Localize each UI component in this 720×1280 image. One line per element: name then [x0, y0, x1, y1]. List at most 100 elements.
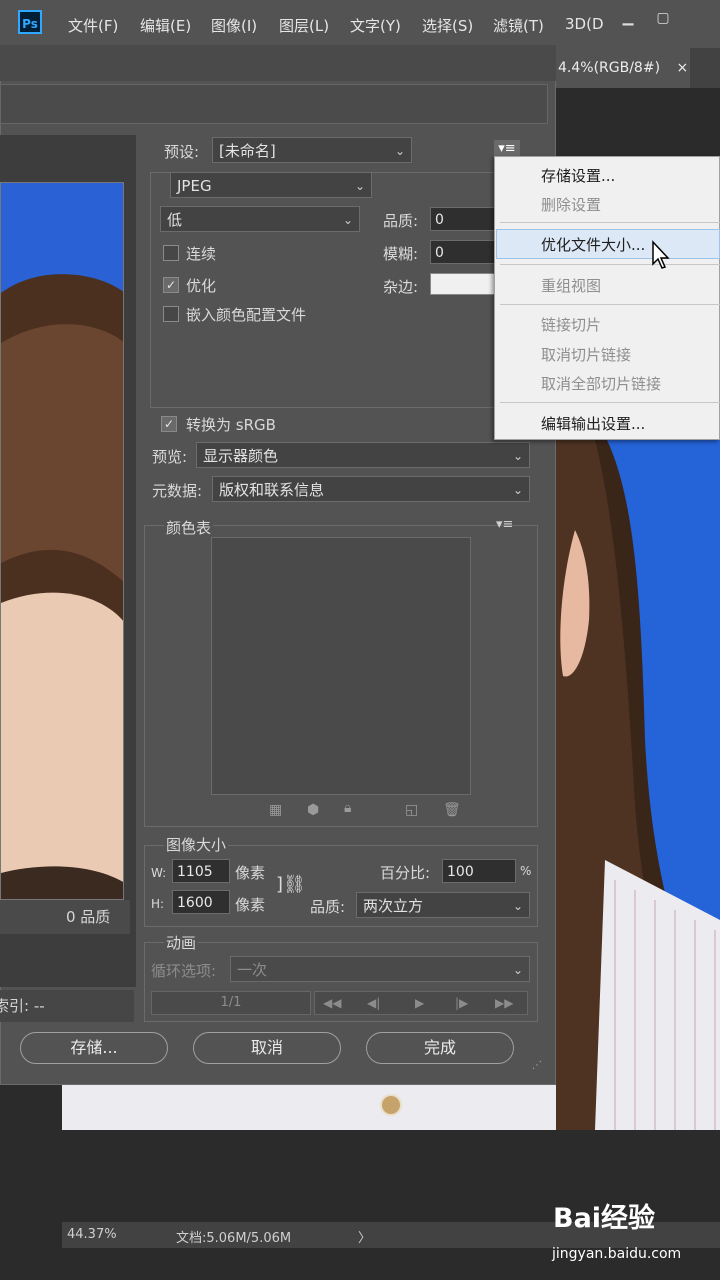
constrain-link-icon[interactable]: ]⛓︎ — [276, 874, 306, 895]
menu-item-unlink-slice[interactable]: 取消切片链接 — [541, 344, 631, 365]
format-dropdown[interactable]: JPEG ⌄ — [170, 172, 372, 198]
color-table-swatches[interactable] — [211, 537, 471, 795]
mouse-cursor-icon — [652, 240, 670, 269]
photo-hair — [555, 440, 720, 1130]
percent-unit: % — [520, 864, 532, 878]
resample-label: 品质: — [310, 898, 346, 916]
preview-index-readout: 索引: -- — [0, 990, 134, 1022]
save-button[interactable]: 存储... — [20, 1032, 168, 1064]
canvas-photo — [555, 440, 720, 1130]
menu-edit[interactable]: 编辑(E) — [140, 15, 191, 36]
quality-label: 品质: — [383, 212, 419, 230]
color-table-menu-icon[interactable]: ▾≡ — [496, 517, 513, 532]
preview-image-graphic — [1, 183, 123, 899]
status-arrow-icon[interactable]: 〉 — [358, 1227, 371, 1246]
percent-input[interactable]: 100 — [442, 859, 516, 883]
document-tab-title: 4.4%(RGB/8#) — [558, 60, 661, 76]
chevron-down-icon: ⌄ — [512, 449, 523, 463]
menu-3d[interactable]: 3D(D — [565, 15, 604, 33]
convert-srgb-checkbox[interactable]: ✓ — [161, 416, 177, 432]
baidu-jingyan-logo: Bai经验 — [553, 1203, 656, 1234]
progressive-label: 连续 — [186, 245, 217, 263]
canvas-shirt — [62, 1082, 556, 1130]
menu-item-delete-settings[interactable]: 删除设置 — [541, 194, 601, 215]
height-unit: 像素 — [235, 896, 266, 914]
zoom-readout[interactable]: 44.37% — [67, 1227, 117, 1242]
menu-item-link-slices[interactable]: 链接切片 — [541, 314, 601, 335]
loop-label: 循环选项: — [151, 962, 217, 980]
animation-label: 动画 — [164, 932, 199, 953]
menu-item-edit-output-settings[interactable]: 编辑输出设置... — [541, 413, 645, 434]
preview-status-bar — [0, 900, 130, 934]
map-transparency-icon[interactable]: ▦ — [269, 802, 282, 818]
menu-filter[interactable]: 滤镜(T) — [493, 15, 544, 36]
first-frame-icon[interactable]: ◀◀ — [323, 992, 341, 1014]
matte-swatch[interactable] — [430, 273, 496, 295]
menu-item-unlink-all-slices[interactable]: 取消全部切片链接 — [541, 373, 661, 394]
new-color-icon[interactable]: ◱ — [405, 802, 418, 818]
shirt-button — [380, 1094, 402, 1116]
next-frame-icon[interactable]: |▶ — [455, 992, 468, 1014]
menu-separator — [500, 402, 720, 403]
dialog-titlebar — [0, 45, 556, 81]
chevron-down-icon: ⌄ — [354, 179, 365, 193]
blur-label: 模糊: — [383, 245, 419, 263]
trash-icon[interactable]: 🗑︎ — [443, 802, 461, 818]
embed-profile-checkbox[interactable] — [163, 306, 179, 322]
menu-separator — [500, 264, 720, 265]
menu-file[interactable]: 文件(F) — [68, 15, 118, 36]
width-unit: 像素 — [235, 864, 266, 882]
embed-profile-label: 嵌入颜色配置文件 — [186, 306, 307, 324]
menu-type[interactable]: 文字(Y) — [350, 15, 401, 36]
menu-item-repopulate-views[interactable]: 重组视图 — [541, 275, 601, 296]
play-icon[interactable]: ▶ — [415, 992, 424, 1014]
menu-image[interactable]: 图像(I) — [211, 15, 257, 36]
preview-mode-label: 预览: — [152, 448, 188, 466]
prev-frame-icon[interactable]: ◀| — [367, 992, 380, 1014]
menu-separator — [500, 222, 720, 223]
last-frame-icon[interactable]: ▶▶ — [495, 992, 513, 1014]
tab-close-icon[interactable]: × — [676, 60, 688, 76]
maximize-icon[interactable]: ▢ — [650, 8, 676, 28]
frame-counter: 1/1 — [151, 991, 311, 1015]
menu-select[interactable]: 选择(S) — [422, 15, 473, 36]
matte-label: 杂边: — [383, 278, 419, 296]
progressive-checkbox[interactable] — [163, 245, 179, 261]
blur-input[interactable]: 0 — [430, 240, 496, 264]
preview-mode-dropdown[interactable]: 显示器颜色 ⌄ — [196, 442, 530, 468]
percent-label: 百分比: — [380, 864, 431, 882]
preset-label: 预设: — [164, 143, 200, 161]
height-input[interactable]: 1600 — [172, 890, 230, 914]
metadata-dropdown[interactable]: 版权和联系信息 ⌄ — [212, 476, 530, 502]
width-input[interactable]: 1105 — [172, 859, 230, 883]
watermark-url: jingyan.baidu.com — [552, 1246, 682, 1262]
document-tab[interactable]: 4.4%(RGB/8#) × — [556, 48, 690, 88]
color-table-label: 颜色表 — [164, 517, 214, 538]
web-snap-icon[interactable]: ⬢ — [307, 802, 319, 818]
done-button[interactable]: 完成 — [366, 1032, 514, 1064]
menu-layer[interactable]: 图层(L) — [279, 15, 329, 36]
doc-size-readout: 文档:5.06M/5.06M — [176, 1231, 292, 1246]
menu-item-optimize-file-size[interactable]: 优化文件大小... — [541, 234, 645, 255]
photoshop-logo[interactable]: Ps — [18, 10, 42, 34]
menu-item-save-settings[interactable]: 存储设置... — [541, 165, 615, 186]
quality-preset-dropdown[interactable]: 低 ⌄ — [160, 206, 360, 232]
cancel-button[interactable]: 取消 — [193, 1032, 341, 1064]
width-label: W: — [151, 866, 167, 880]
preview-image[interactable] — [0, 182, 124, 900]
quality-input[interactable]: 0 — [430, 207, 496, 231]
preset-dropdown[interactable]: [未命名] ⌄ — [212, 137, 412, 163]
minimize-icon[interactable]: ▁ — [615, 8, 641, 28]
chevron-down-icon: ⌄ — [512, 899, 523, 913]
lock-icon[interactable]: 🔒︎ — [344, 800, 351, 816]
resample-dropdown[interactable]: 两次立方 ⌄ — [356, 892, 530, 918]
frame-controls: ◀◀ ◀| ▶ |▶ ▶▶ — [314, 991, 528, 1015]
chevron-down-icon: ⌄ — [394, 144, 405, 158]
image-size-label: 图像大小 — [164, 834, 229, 855]
metadata-label: 元数据: — [152, 482, 203, 500]
convert-srgb-label: 转换为 sRGB — [186, 416, 276, 434]
optimized-checkbox[interactable]: ✓ — [163, 277, 179, 293]
loop-dropdown[interactable]: 一次 ⌄ — [230, 956, 530, 982]
resize-grip-icon[interactable]: ⋰ — [532, 1060, 542, 1071]
optimized-label: 优化 — [186, 277, 217, 295]
